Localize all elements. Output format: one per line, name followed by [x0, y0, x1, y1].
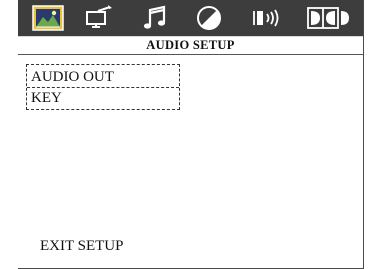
video-setup-icon: [86, 5, 112, 28]
menu-item-key[interactable]: KEY: [31, 88, 62, 108]
language-icon: [32, 5, 64, 31]
exit-setup-button[interactable]: EXIT SETUP: [40, 236, 123, 256]
menu-item-audio-out[interactable]: AUDIO OUT: [31, 67, 114, 87]
tab-audio[interactable]: [140, 2, 170, 34]
tab-speaker[interactable]: [250, 2, 286, 34]
music-note-icon: [143, 5, 166, 29]
page-title: AUDIO SETUP: [18, 37, 363, 55]
tab-general[interactable]: [30, 2, 66, 34]
contrast-icon: [197, 6, 221, 30]
setup-screen: AUDIO SETUP AUDIO OUT KEY EXIT SETUP: [18, 0, 364, 269]
speaker-icon: [253, 9, 279, 27]
tab-picture[interactable]: [194, 2, 224, 34]
dolby-icon: [307, 7, 349, 29]
tab-video[interactable]: [82, 2, 116, 34]
audio-setup-menu: AUDIO OUT KEY: [26, 64, 180, 110]
tab-dolby[interactable]: [306, 2, 350, 34]
setup-tab-bar: [18, 0, 363, 37]
